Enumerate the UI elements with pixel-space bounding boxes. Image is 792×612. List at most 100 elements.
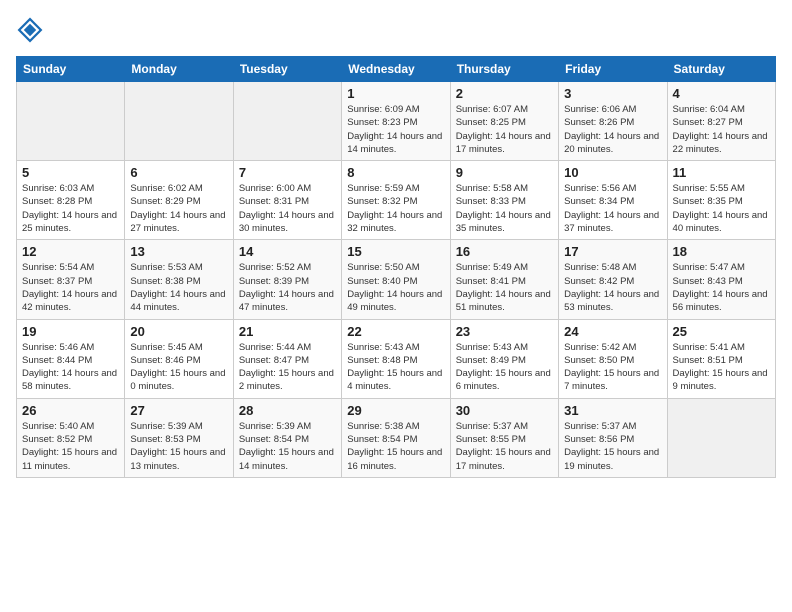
calendar-cell: 20Sunrise: 5:45 AMSunset: 8:46 PMDayligh… <box>125 319 233 398</box>
day-info: Sunrise: 5:54 AMSunset: 8:37 PMDaylight:… <box>22 261 119 314</box>
day-number: 28 <box>239 403 336 418</box>
column-header-monday: Monday <box>125 57 233 82</box>
page-header <box>16 16 776 44</box>
calendar-cell: 10 Sunrise: 5:56 AMSunset: 8:34 PMDayligh… <box>559 161 667 240</box>
calendar-cell: 29Sunrise: 5:38 AMSunset: 8:54 PMDayligh… <box>342 398 450 477</box>
day-info: Sunrise: 5:46 AMSunset: 8:44 PMDaylight:… <box>22 341 119 394</box>
day-number: 4 <box>673 86 770 101</box>
day-number: 11 <box>673 165 770 180</box>
calendar-cell: 8Sunrise: 5:59 AMSunset: 8:32 PMDaylight… <box>342 161 450 240</box>
day-info: Sunrise: 5:45 AMSunset: 8:46 PMDaylight:… <box>130 341 227 394</box>
day-info: Sunrise: 5:56 AMSunset: 8:34 PMDaylight:… <box>564 182 661 235</box>
calendar-cell: 3 Sunrise: 6:06 AMSunset: 8:26 PMDaylight… <box>559 82 667 161</box>
day-number: 5 <box>22 165 119 180</box>
day-info: Sunrise: 5:55 AMSunset: 8:35 PMDaylight:… <box>673 182 770 235</box>
day-info: Sunrise: 6:07 AMSunset: 8:25 PMDaylight:… <box>456 103 553 156</box>
day-number: 6 <box>130 165 227 180</box>
calendar-table: SundayMondayTuesdayWednesdayThursdayFrid… <box>16 56 776 478</box>
calendar-cell: 23 Sunrise: 5:43 AMSunset: 8:49 PMDayligh… <box>450 319 558 398</box>
calendar-week-row: 12Sunrise: 5:54 AMSunset: 8:37 PMDayligh… <box>17 240 776 319</box>
day-number: 27 <box>130 403 227 418</box>
day-number: 30 <box>456 403 553 418</box>
day-info: Sunrise: 5:37 AMSunset: 8:55 PMDaylight:… <box>456 420 553 473</box>
day-info: Sunrise: 6:03 AMSunset: 8:28 PMDaylight:… <box>22 182 119 235</box>
calendar-cell: 18 Sunrise: 5:47 AMSunset: 8:43 PMDayligh… <box>667 240 775 319</box>
day-number: 13 <box>130 244 227 259</box>
day-number: 21 <box>239 324 336 339</box>
calendar-cell: 27 Sunrise: 5:39 AMSunset: 8:53 PMDayligh… <box>125 398 233 477</box>
day-number: 24 <box>564 324 661 339</box>
day-number: 17 <box>564 244 661 259</box>
calendar-cell: 14 Sunrise: 5:52 AMSunset: 8:39 PMDayligh… <box>233 240 341 319</box>
calendar-week-row: 26 Sunrise: 5:40 AMSunset: 8:52 PMDayligh… <box>17 398 776 477</box>
day-number: 23 <box>456 324 553 339</box>
calendar-cell: 22 Sunrise: 5:43 AMSunset: 8:48 PMDayligh… <box>342 319 450 398</box>
day-number: 18 <box>673 244 770 259</box>
column-header-thursday: Thursday <box>450 57 558 82</box>
day-number: 22 <box>347 324 444 339</box>
calendar-cell: 19 Sunrise: 5:46 AMSunset: 8:44 PMDayligh… <box>17 319 125 398</box>
calendar-cell: 1Sunrise: 6:09 AMSunset: 8:23 PMDaylight… <box>342 82 450 161</box>
calendar-cell: 9 Sunrise: 5:58 AMSunset: 8:33 PMDaylight… <box>450 161 558 240</box>
day-info: Sunrise: 6:04 AMSunset: 8:27 PMDaylight:… <box>673 103 770 156</box>
calendar-cell: 2 Sunrise: 6:07 AMSunset: 8:25 PMDaylight… <box>450 82 558 161</box>
column-header-tuesday: Tuesday <box>233 57 341 82</box>
day-number: 7 <box>239 165 336 180</box>
day-number: 19 <box>22 324 119 339</box>
calendar-cell <box>17 82 125 161</box>
day-info: Sunrise: 5:53 AMSunset: 8:38 PMDaylight:… <box>130 261 227 314</box>
day-info: Sunrise: 6:09 AMSunset: 8:23 PMDaylight:… <box>347 103 444 156</box>
day-info: Sunrise: 5:39 AMSunset: 8:53 PMDaylight:… <box>130 420 227 473</box>
calendar-cell <box>233 82 341 161</box>
calendar-cell <box>667 398 775 477</box>
day-number: 3 <box>564 86 661 101</box>
calendar-cell: 25 Sunrise: 5:41 AMSunset: 8:51 PMDayligh… <box>667 319 775 398</box>
day-info: Sunrise: 5:48 AMSunset: 8:42 PMDaylight:… <box>564 261 661 314</box>
day-number: 14 <box>239 244 336 259</box>
day-number: 16 <box>456 244 553 259</box>
column-header-friday: Friday <box>559 57 667 82</box>
day-info: Sunrise: 5:41 AMSunset: 8:51 PMDaylight:… <box>673 341 770 394</box>
calendar-cell: 21Sunrise: 5:44 AMSunset: 8:47 PMDayligh… <box>233 319 341 398</box>
day-info: Sunrise: 5:40 AMSunset: 8:52 PMDaylight:… <box>22 420 119 473</box>
day-info: Sunrise: 5:43 AMSunset: 8:49 PMDaylight:… <box>456 341 553 394</box>
day-info: Sunrise: 5:47 AMSunset: 8:43 PMDaylight:… <box>673 261 770 314</box>
day-number: 25 <box>673 324 770 339</box>
calendar-cell: 6 Sunrise: 6:02 AMSunset: 8:29 PMDaylight… <box>125 161 233 240</box>
day-number: 8 <box>347 165 444 180</box>
day-info: Sunrise: 5:39 AMSunset: 8:54 PMDaylight:… <box>239 420 336 473</box>
day-info: Sunrise: 5:38 AMSunset: 8:54 PMDaylight:… <box>347 420 444 473</box>
calendar-cell <box>125 82 233 161</box>
calendar-cell: 26 Sunrise: 5:40 AMSunset: 8:52 PMDayligh… <box>17 398 125 477</box>
day-number: 10 <box>564 165 661 180</box>
calendar-cell: 7 Sunrise: 6:00 AMSunset: 8:31 PMDaylight… <box>233 161 341 240</box>
day-info: Sunrise: 5:58 AMSunset: 8:33 PMDaylight:… <box>456 182 553 235</box>
day-info: Sunrise: 5:52 AMSunset: 8:39 PMDaylight:… <box>239 261 336 314</box>
calendar-week-row: 1Sunrise: 6:09 AMSunset: 8:23 PMDaylight… <box>17 82 776 161</box>
calendar-cell: 15 Sunrise: 5:50 AMSunset: 8:40 PMDayligh… <box>342 240 450 319</box>
day-info: Sunrise: 6:06 AMSunset: 8:26 PMDaylight:… <box>564 103 661 156</box>
calendar-cell: 13 Sunrise: 5:53 AMSunset: 8:38 PMDayligh… <box>125 240 233 319</box>
column-header-sunday: Sunday <box>17 57 125 82</box>
calendar-week-row: 5 Sunrise: 6:03 AMSunset: 8:28 PMDaylight… <box>17 161 776 240</box>
day-info: Sunrise: 6:00 AMSunset: 8:31 PMDaylight:… <box>239 182 336 235</box>
logo-icon <box>16 16 44 44</box>
day-number: 15 <box>347 244 444 259</box>
calendar-week-row: 19 Sunrise: 5:46 AMSunset: 8:44 PMDayligh… <box>17 319 776 398</box>
day-number: 2 <box>456 86 553 101</box>
day-info: Sunrise: 5:43 AMSunset: 8:48 PMDaylight:… <box>347 341 444 394</box>
day-info: Sunrise: 5:37 AMSunset: 8:56 PMDaylight:… <box>564 420 661 473</box>
calendar-cell: 31Sunrise: 5:37 AMSunset: 8:56 PMDayligh… <box>559 398 667 477</box>
day-info: Sunrise: 5:42 AMSunset: 8:50 PMDaylight:… <box>564 341 661 394</box>
day-info: Sunrise: 6:02 AMSunset: 8:29 PMDaylight:… <box>130 182 227 235</box>
calendar-cell: 16Sunrise: 5:49 AMSunset: 8:41 PMDayligh… <box>450 240 558 319</box>
day-number: 26 <box>22 403 119 418</box>
calendar-cell: 12Sunrise: 5:54 AMSunset: 8:37 PMDayligh… <box>17 240 125 319</box>
calendar-cell: 5 Sunrise: 6:03 AMSunset: 8:28 PMDaylight… <box>17 161 125 240</box>
logo <box>16 16 48 44</box>
column-header-saturday: Saturday <box>667 57 775 82</box>
day-number: 9 <box>456 165 553 180</box>
calendar-cell: 17 Sunrise: 5:48 AMSunset: 8:42 PMDayligh… <box>559 240 667 319</box>
day-info: Sunrise: 5:50 AMSunset: 8:40 PMDaylight:… <box>347 261 444 314</box>
calendar-cell: 28 Sunrise: 5:39 AMSunset: 8:54 PMDayligh… <box>233 398 341 477</box>
